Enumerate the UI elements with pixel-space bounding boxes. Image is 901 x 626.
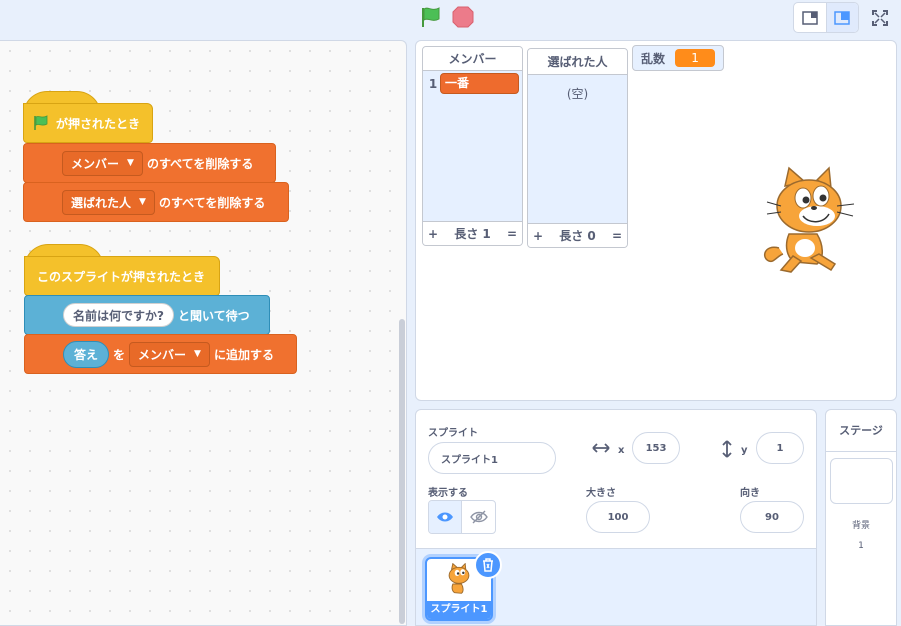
- trash-icon[interactable]: [474, 551, 502, 579]
- x-position-input[interactable]: 153: [632, 432, 680, 464]
- list-item: 1 一番: [423, 71, 522, 96]
- dropdown-label: メンバー: [138, 347, 187, 362]
- list-title: 選ばれた人: [528, 49, 627, 75]
- stop-icon[interactable]: [451, 5, 475, 29]
- green-flag-icon[interactable]: [418, 5, 444, 29]
- chevron-down-icon: ▼: [127, 158, 134, 168]
- stage-selector-panel[interactable]: ステージ 背景 1: [825, 409, 897, 626]
- sprite-info-panel: スプライト スプライト1 x 153 y 1 表示する 大きさ 100 向き 9…: [415, 409, 817, 626]
- fullscreen-icon[interactable]: [864, 2, 896, 33]
- variable-name: 乱数: [641, 51, 666, 66]
- delete-all-of-list-block[interactable]: メンバー ▼ のすべてを削除する: [23, 143, 276, 183]
- block-text: のすべてを削除する: [146, 156, 254, 171]
- hat-label: このスプライトが押されたとき: [37, 269, 206, 284]
- ask-and-wait-block[interactable]: 名前は何ですか? と聞いて待つ: [24, 295, 270, 335]
- add-item-button[interactable]: +: [533, 229, 543, 243]
- list-length: 長さ 0: [559, 229, 596, 243]
- list-footer: + 長さ 1 =: [423, 221, 522, 245]
- dropdown-label: メンバー: [71, 156, 120, 171]
- stage-thumbnail[interactable]: [830, 458, 893, 504]
- list-dropdown[interactable]: メンバー ▼: [62, 150, 143, 176]
- block-text: に追加する: [213, 347, 274, 362]
- vertical-arrows-icon: [721, 440, 733, 461]
- backdrop-count: 1: [858, 541, 864, 551]
- list-footer: + 長さ 0 =: [528, 223, 627, 247]
- dropdown-label: 選ばれた人: [71, 195, 132, 210]
- horizontal-arrows-icon: [592, 440, 610, 459]
- visibility-toggle: [428, 500, 496, 534]
- sprite-name-label: スプライト: [428, 428, 478, 439]
- hat-label: が押されたとき: [56, 116, 141, 131]
- small-stage-icon[interactable]: [794, 3, 826, 32]
- list-empty-text: (空): [566, 87, 589, 101]
- list-dropdown[interactable]: 選ばれた人 ▼: [62, 189, 155, 215]
- variable-value: 1: [675, 49, 716, 67]
- sprite-name-input[interactable]: スプライト1: [428, 442, 556, 474]
- delete-all-of-list-block[interactable]: 選ばれた人 ▼ のすべてを削除する: [23, 182, 289, 222]
- eye-icon[interactable]: [429, 501, 463, 533]
- y-position-input[interactable]: 1: [756, 432, 804, 464]
- resize-handle[interactable]: =: [612, 229, 622, 243]
- backdrop-label: 背景: [851, 521, 870, 531]
- green-flag-icon: [32, 114, 50, 132]
- direction-label: 向き: [740, 488, 760, 499]
- answer-reporter[interactable]: 答え: [63, 340, 110, 368]
- list-item-value[interactable]: 一番: [440, 73, 519, 94]
- resize-handle[interactable]: =: [507, 227, 517, 241]
- chevron-down-icon: ▼: [139, 197, 146, 207]
- normal-stage-icon[interactable]: [825, 3, 858, 32]
- stage-size-toggle: [793, 2, 859, 33]
- sprite-thumbnail-label: スプライト1: [427, 601, 491, 619]
- eye-hidden-icon[interactable]: [462, 501, 495, 533]
- block-text: のすべてを削除する: [158, 195, 266, 210]
- when-sprite-clicked-block[interactable]: このスプライトが押されたとき: [24, 256, 220, 296]
- list-monitor-members[interactable]: メンバー 1 一番 + 長さ 1 =: [422, 46, 523, 246]
- direction-input[interactable]: 90: [740, 501, 804, 533]
- question-input[interactable]: 名前は何ですか?: [63, 303, 174, 327]
- x-label: x: [618, 445, 625, 456]
- vertical-scrollbar[interactable]: [399, 319, 405, 624]
- list-title: メンバー: [423, 47, 522, 71]
- y-label: y: [741, 445, 748, 456]
- top-toolbar: [0, 0, 901, 36]
- size-input[interactable]: 100: [586, 501, 650, 533]
- list-item-index: 1: [428, 76, 438, 91]
- sprite-list: スプライト1: [416, 548, 816, 625]
- size-label: 大きさ: [586, 488, 616, 499]
- add-to-list-block[interactable]: 答え を メンバー ▼ に追加する: [24, 334, 297, 374]
- script-area[interactable]: が押されたとき メンバー ▼ のすべてを削除する 選ばれた人 ▼ のすべてを削除する…: [0, 40, 407, 626]
- stage[interactable]: メンバー 1 一番 + 長さ 1 = 選ばれた人 (空) + 長さ 0 = 乱数…: [415, 40, 897, 401]
- stage-title: ステージ: [826, 410, 896, 452]
- show-label: 表示する: [428, 488, 468, 499]
- block-text: と聞いて待つ: [177, 308, 250, 323]
- list-monitor-chosen[interactable]: 選ばれた人 (空) + 長さ 0 =: [527, 48, 628, 248]
- list-dropdown[interactable]: メンバー ▼: [129, 341, 210, 367]
- chevron-down-icon: ▼: [194, 349, 201, 359]
- list-length: 長さ 1: [454, 227, 491, 241]
- block-text-mid: を: [113, 347, 126, 362]
- when-flag-clicked-block[interactable]: が押されたとき: [23, 103, 153, 143]
- add-item-button[interactable]: +: [428, 227, 438, 241]
- variable-monitor[interactable]: 乱数 1: [632, 45, 725, 71]
- cat-sprite[interactable]: [759, 166, 859, 276]
